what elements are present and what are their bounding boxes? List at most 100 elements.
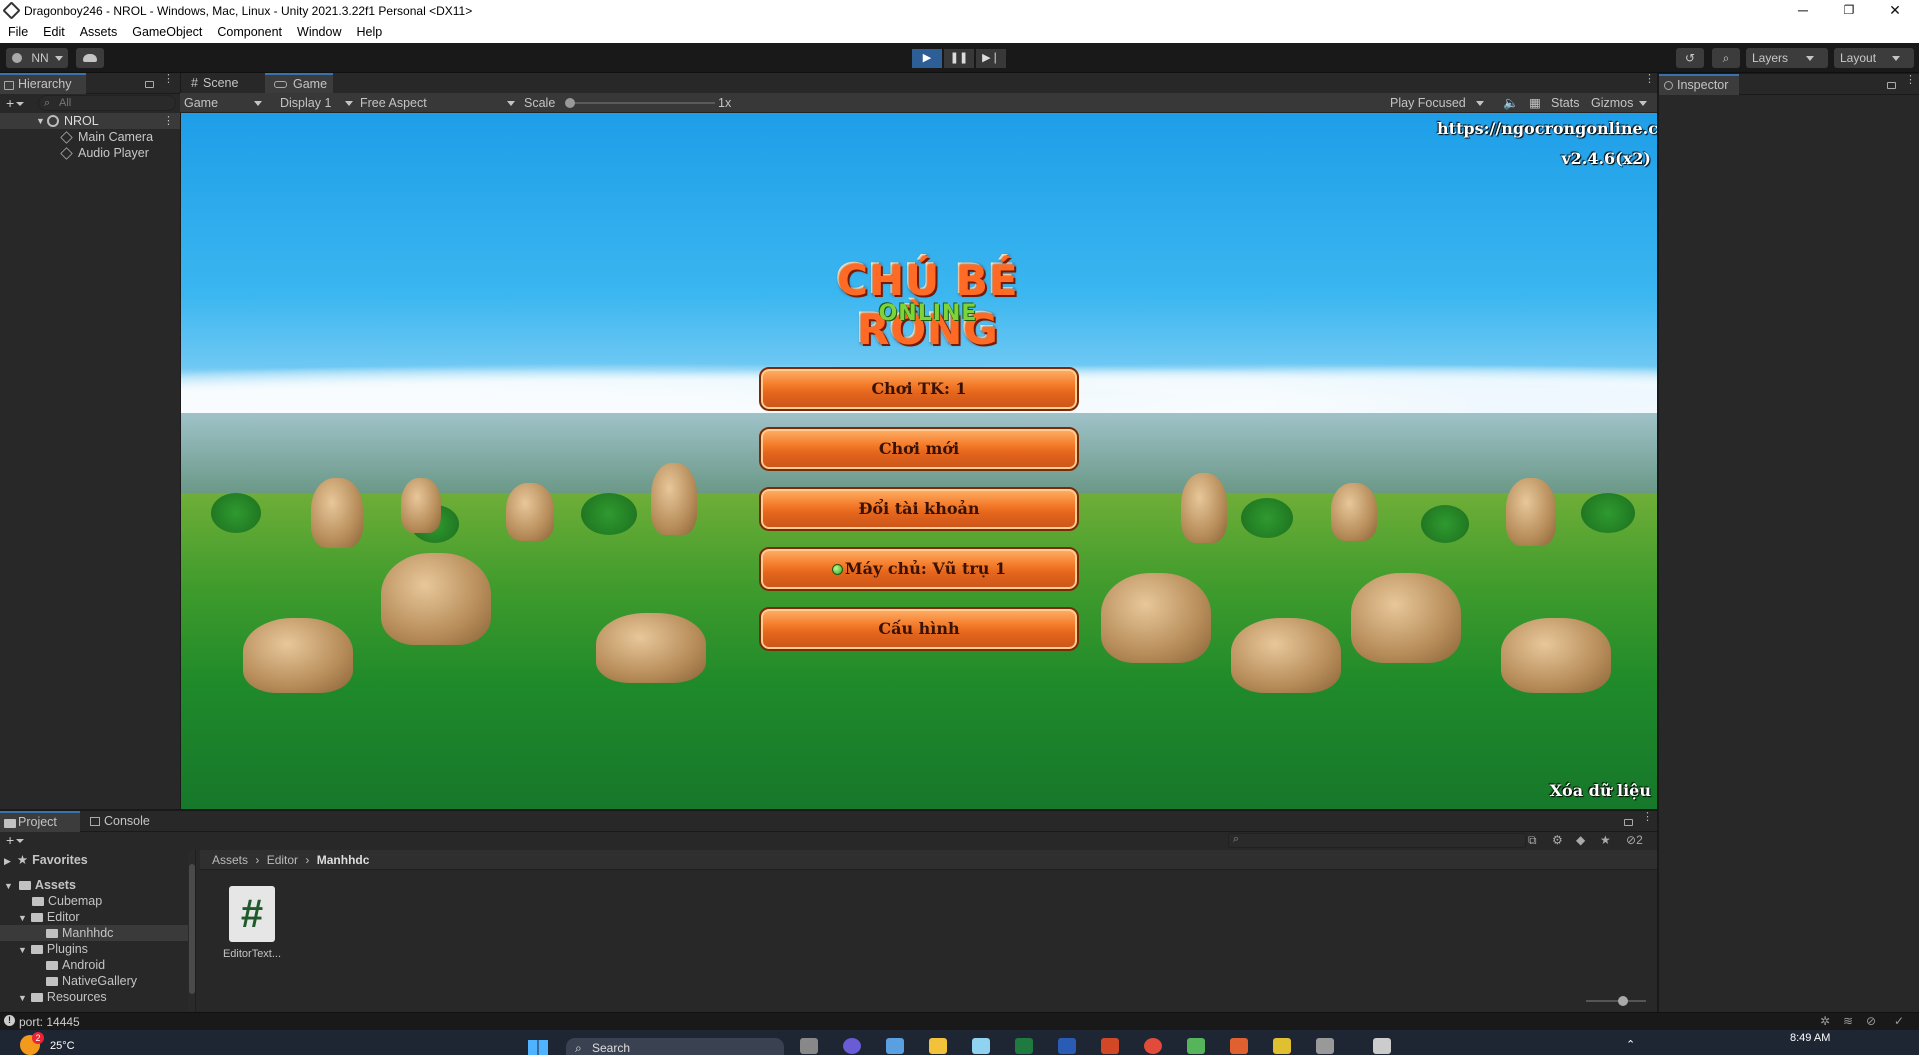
website-url[interactable]: https://ngocrongonline.com bbox=[1437, 119, 1657, 138]
app-icon[interactable] bbox=[1187, 1038, 1205, 1054]
game-view[interactable]: CHÚ BÉ RỒNG ONLINE https://ngocrongonlin… bbox=[181, 113, 1657, 809]
breadcrumb-item[interactable]: Manhhdc bbox=[317, 853, 370, 867]
tree-item-cubemap[interactable]: Cubemap bbox=[32, 893, 102, 909]
tab-scene[interactable]: # Scene bbox=[185, 73, 253, 94]
app-icon[interactable] bbox=[1273, 1038, 1291, 1054]
settings-button[interactable]: Cấu hình bbox=[759, 607, 1079, 651]
tree-item-assets[interactable]: ▼ Assets bbox=[4, 877, 76, 893]
chevron-up-icon[interactable]: ⌃ bbox=[1626, 1038, 1635, 1051]
icon-size-slider-handle[interactable] bbox=[1618, 996, 1628, 1006]
more-options-icon[interactable]: ⋮ bbox=[163, 113, 174, 129]
debug-icon[interactable]: ✲ bbox=[1820, 1014, 1830, 1028]
hidden-packages-button[interactable]: ⊘2 bbox=[1626, 833, 1643, 847]
minimize-button[interactable]: ─ bbox=[1780, 0, 1826, 22]
restore-button[interactable]: ❐ bbox=[1826, 0, 1872, 22]
menu-window[interactable]: Window bbox=[289, 22, 348, 39]
search-by-type-icon[interactable]: ⧉ bbox=[1528, 833, 1537, 848]
word-icon[interactable] bbox=[1058, 1038, 1076, 1054]
account-dropdown[interactable]: NN bbox=[6, 48, 68, 68]
pause-button[interactable]: ❚❚ bbox=[944, 49, 974, 68]
project-search-input[interactable]: ⌕ bbox=[1228, 833, 1526, 848]
search-button[interactable]: ⌕ bbox=[1712, 48, 1740, 68]
taskbar-clock[interactable]: 8:49 AM bbox=[1790, 1032, 1830, 1044]
more-options-icon[interactable]: ⋮ bbox=[1905, 75, 1916, 90]
photos-icon[interactable] bbox=[972, 1038, 990, 1054]
tab-console[interactable]: Console bbox=[86, 811, 160, 832]
lock-icon[interactable] bbox=[1887, 82, 1896, 89]
weather-temperature[interactable]: 25°C bbox=[50, 1040, 75, 1052]
add-button[interactable]: + bbox=[6, 95, 28, 111]
mute-audio-icon[interactable]: 🔈 bbox=[1503, 93, 1519, 113]
display-dropdown[interactable]: Display 1 bbox=[280, 93, 360, 113]
task-view-icon[interactable] bbox=[800, 1038, 818, 1054]
menu-edit[interactable]: Edit bbox=[35, 22, 72, 39]
chat-icon[interactable] bbox=[843, 1038, 861, 1054]
undo-history-button[interactable]: ↺ bbox=[1676, 48, 1704, 68]
menu-gameobject[interactable]: GameObject bbox=[124, 22, 209, 39]
lock-icon[interactable] bbox=[145, 81, 154, 88]
weather-icon[interactable]: 2 bbox=[20, 1032, 44, 1055]
tree-item-plugins[interactable]: ▼ Plugins bbox=[18, 941, 88, 957]
tab-inspector[interactable]: Inspector bbox=[1659, 74, 1739, 95]
menu-component[interactable]: Component bbox=[209, 22, 289, 39]
label-icon[interactable]: ◆ bbox=[1576, 833, 1585, 847]
list-item[interactable]: Main Camera bbox=[0, 129, 180, 145]
filter-type-icon[interactable]: ⚙ bbox=[1552, 833, 1563, 847]
play-button[interactable]: ▶ bbox=[912, 49, 942, 68]
new-game-button[interactable]: Chơi mới bbox=[759, 427, 1079, 471]
tab-game[interactable]: Game bbox=[265, 73, 333, 94]
layout-dropdown[interactable]: Layout bbox=[1834, 48, 1914, 68]
breadcrumb-item[interactable]: Assets bbox=[212, 853, 248, 867]
status-text[interactable]: port: 14445 bbox=[19, 1015, 80, 1029]
windows-start-icon[interactable] bbox=[528, 1040, 548, 1055]
game-mode-dropdown[interactable]: Game bbox=[184, 93, 272, 113]
menu-assets[interactable]: Assets bbox=[72, 22, 125, 39]
excel-icon[interactable] bbox=[1015, 1038, 1033, 1054]
server-select-button[interactable]: Máy chủ: Vũ trụ 1 bbox=[759, 547, 1079, 591]
tree-item-editor[interactable]: ▼ Editor bbox=[18, 909, 80, 925]
hierarchy-search-input[interactable]: ⌕ All bbox=[38, 95, 176, 111]
asset-item[interactable]: # EditorText... bbox=[222, 886, 282, 966]
menu-help[interactable]: Help bbox=[348, 22, 389, 39]
app-icon[interactable] bbox=[1230, 1038, 1248, 1054]
unity-app-icon[interactable] bbox=[1373, 1038, 1391, 1054]
tree-scrollbar-thumb[interactable] bbox=[189, 864, 195, 994]
close-button[interactable]: ✕ bbox=[1872, 0, 1918, 22]
switch-account-button[interactable]: Đổi tài khoản bbox=[759, 487, 1079, 531]
play-focused-dropdown[interactable]: Play Focused bbox=[1390, 93, 1498, 113]
icon-size-slider[interactable] bbox=[1586, 996, 1646, 1006]
favorites-row[interactable]: ▶ ★ Favorites bbox=[4, 852, 88, 868]
aspect-dropdown[interactable]: Free Aspect bbox=[360, 93, 518, 113]
play-account-button[interactable]: Chơi TK: 1 bbox=[759, 367, 1079, 411]
no-entry-icon[interactable]: ⊘ bbox=[1866, 1014, 1876, 1028]
powerpoint-icon[interactable] bbox=[1101, 1038, 1119, 1054]
tree-scrollbar[interactable] bbox=[188, 850, 195, 1012]
app-icon[interactable] bbox=[1316, 1038, 1334, 1054]
more-options-icon[interactable]: ⋮ bbox=[1642, 812, 1653, 827]
tree-item-nativegallery[interactable]: NativeGallery bbox=[46, 973, 137, 989]
menu-file[interactable]: File bbox=[0, 22, 35, 39]
check-icon[interactable]: ✓ bbox=[1894, 1014, 1904, 1028]
more-options-icon[interactable]: ⋮ bbox=[1644, 74, 1655, 89]
breadcrumb-item[interactable]: Editor bbox=[267, 853, 298, 867]
list-item[interactable]: Audio Player bbox=[0, 145, 180, 161]
calculator-icon[interactable] bbox=[886, 1038, 904, 1054]
taskbar-search-input[interactable]: ⌕ Search bbox=[566, 1038, 784, 1055]
tree-item-android[interactable]: Android bbox=[46, 957, 105, 973]
step-button[interactable]: ▶❘ bbox=[976, 49, 1006, 68]
tab-project[interactable]: Project bbox=[0, 811, 80, 832]
scale-slider[interactable] bbox=[565, 98, 715, 108]
tree-item-resources[interactable]: ▼ Resources bbox=[18, 989, 107, 1005]
tab-hierarchy[interactable]: Hierarchy bbox=[0, 73, 86, 94]
tree-item-manhhdc[interactable]: Manhhdc bbox=[0, 925, 195, 941]
create-button[interactable]: + bbox=[6, 832, 28, 848]
layers-stack-icon[interactable]: ≋ bbox=[1843, 1014, 1853, 1028]
gizmos-dropdown[interactable]: Gizmos bbox=[1591, 93, 1653, 113]
scene-row[interactable]: ▼ NROL ⋮ bbox=[0, 113, 180, 129]
file-explorer-icon[interactable] bbox=[929, 1038, 947, 1054]
favorite-star-icon[interactable]: ★ bbox=[1600, 833, 1611, 847]
layers-dropdown[interactable]: Layers bbox=[1746, 48, 1828, 68]
cloud-button[interactable] bbox=[76, 48, 104, 68]
more-options-icon[interactable]: ⋮ bbox=[163, 74, 174, 89]
chrome-icon[interactable] bbox=[1144, 1038, 1162, 1054]
